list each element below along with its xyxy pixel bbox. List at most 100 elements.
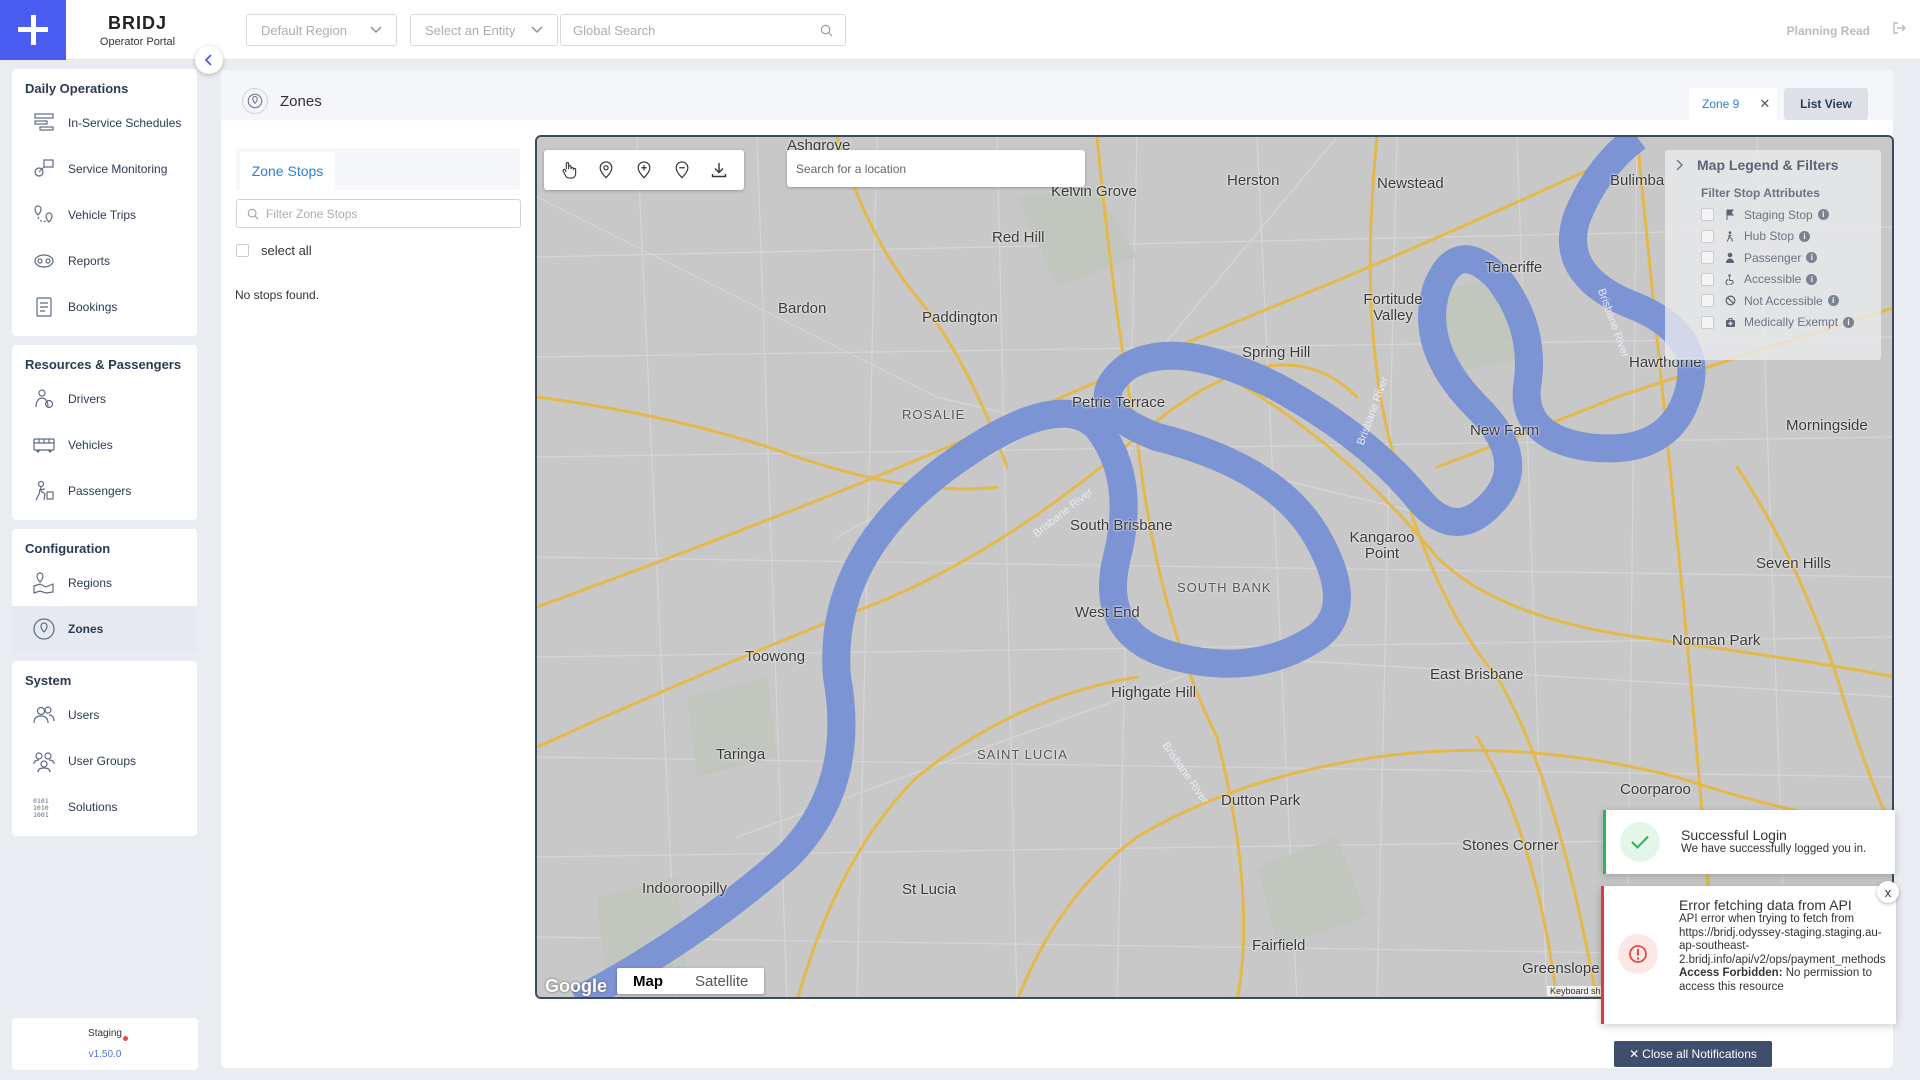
legend-item-staging-stop[interactable]: Staging Stop i xyxy=(1665,204,1881,226)
close-all-label: Close all Notifications xyxy=(1642,1047,1757,1061)
svg-text:1001: 1001 xyxy=(33,811,49,819)
add-pin-tool-button[interactable] xyxy=(627,153,661,187)
select-all-label: select all xyxy=(261,243,312,258)
map-label: Teneriffe xyxy=(1485,259,1543,276)
sidebar-item-vehicles[interactable]: Vehicles xyxy=(12,422,197,468)
sidebar-item-solutions[interactable]: 0101 1010 1001 Solutions xyxy=(12,784,197,830)
map-label: Greenslope xyxy=(1522,960,1600,977)
global-search-input[interactable] xyxy=(573,22,820,38)
legend-item-label: Accessible xyxy=(1744,272,1802,287)
bridj-logo[interactable] xyxy=(0,0,66,60)
add-stop-tool-button[interactable] xyxy=(589,153,623,187)
map-label: Kangaroo Point xyxy=(1349,529,1415,562)
sidebar-item-label: Users xyxy=(68,708,100,722)
logout-icon[interactable] xyxy=(1892,21,1906,38)
user-groups-icon xyxy=(30,747,58,775)
sidebar-item-users[interactable]: Users xyxy=(12,692,197,738)
checkbox[interactable] xyxy=(1701,229,1714,243)
map-label: Fortitude Valley xyxy=(1363,291,1423,324)
map-legend: Map Legend & Filters Filter Stop Attribu… xyxy=(1665,150,1881,360)
zone-stops-filter[interactable] xyxy=(236,199,521,228)
close-icon[interactable]: ✕ xyxy=(1759,96,1770,112)
zones-icon xyxy=(30,615,58,643)
sidebar-item-drivers[interactable]: Drivers xyxy=(12,376,197,422)
zone-stops-filter-input[interactable] xyxy=(266,206,520,221)
sidebar-item-regions[interactable]: Regions xyxy=(12,560,197,606)
map-pin-icon xyxy=(599,161,613,179)
info-icon[interactable]: i xyxy=(1806,273,1818,285)
map-label: Coorparoo xyxy=(1620,781,1691,798)
sidebar-item-service-monitoring[interactable]: Service Monitoring xyxy=(12,146,197,192)
sidebar-item-zones[interactable]: Zones xyxy=(12,606,197,652)
info-icon[interactable]: i xyxy=(1799,230,1811,242)
sidebar-collapse-button[interactable] xyxy=(195,46,223,74)
tab-zone-stops[interactable]: Zone Stops xyxy=(240,152,335,190)
notification-success[interactable]: Successful Login We have successfully lo… xyxy=(1603,810,1895,874)
checkbox[interactable] xyxy=(1701,251,1714,265)
map-attribution[interactable]: Keyboard sh xyxy=(1547,986,1604,996)
checkbox[interactable] xyxy=(1701,315,1714,329)
nav-group-title: Configuration xyxy=(25,541,111,556)
legend-header[interactable]: Map Legend & Filters xyxy=(1665,150,1881,180)
sidebar-item-user-groups[interactable]: User Groups xyxy=(12,738,197,784)
google-logo: Google xyxy=(545,976,607,996)
map-label: SOUTH BANK xyxy=(1177,580,1272,595)
checkbox[interactable] xyxy=(1701,208,1714,222)
sidebar-item-reports[interactable]: Reports xyxy=(12,238,197,284)
close-icon: ✕ xyxy=(1629,1047,1640,1061)
chevron-down-icon xyxy=(531,26,543,34)
sidebar-item-bookings[interactable]: Bookings xyxy=(12,284,197,330)
map-type-map-button[interactable]: Map xyxy=(617,968,679,994)
map-location-search[interactable] xyxy=(787,150,1085,187)
sidebar-item-label: Drivers xyxy=(68,392,106,406)
legend-item-hub-stop[interactable]: Hub Stop i xyxy=(1665,226,1881,248)
legend-item-medically-exempt[interactable]: Medically Exempt i xyxy=(1665,312,1881,334)
global-search[interactable] xyxy=(560,14,846,46)
sidebar-item-label: Service Monitoring xyxy=(68,162,168,176)
checkbox[interactable] xyxy=(1701,294,1714,308)
legend-item-not-accessible[interactable]: Not Accessible i xyxy=(1665,290,1881,312)
notification-close-button[interactable]: x xyxy=(1877,881,1899,903)
checkbox[interactable] xyxy=(236,244,249,257)
walking-person-icon xyxy=(1724,230,1736,242)
region-select[interactable]: Default Region xyxy=(246,14,397,46)
entity-select[interactable]: Select an Entity xyxy=(410,14,558,46)
map-label: Petrie Terrace xyxy=(1072,394,1166,411)
info-icon[interactable]: i xyxy=(1806,252,1818,264)
search-icon xyxy=(820,24,833,36)
notification-title: Error fetching data from API xyxy=(1679,897,1852,913)
map-label: East Brisbane xyxy=(1430,666,1524,683)
pan-tool-button[interactable] xyxy=(552,153,586,187)
close-all-notifications-button[interactable]: ✕ Close all Notifications xyxy=(1614,1041,1772,1067)
map-type-satellite-button[interactable]: Satellite xyxy=(679,968,764,994)
tab-list-view[interactable]: List View xyxy=(1784,88,1868,120)
map-location-search-input[interactable] xyxy=(796,161,1085,176)
select-all-checkbox[interactable]: select all xyxy=(236,243,312,258)
sidebar-item-in-service-schedules[interactable]: In-Service Schedules xyxy=(12,100,197,146)
map-toolbar xyxy=(544,150,744,190)
map-label: Paddington xyxy=(922,309,998,326)
map-label: Indooroopilly xyxy=(642,880,728,897)
nav-group-system: System Users User Groups 0101 1010 1001 So… xyxy=(12,661,197,836)
map-label: Spring Hill xyxy=(1242,344,1311,361)
remove-pin-tool-button[interactable] xyxy=(665,153,699,187)
legend-item-label: Medically Exempt xyxy=(1744,315,1839,330)
tab-zone-9[interactable]: Zone 9 ✕ xyxy=(1689,88,1777,120)
info-icon[interactable]: i xyxy=(1827,295,1839,307)
nav-group-title: Daily Operations xyxy=(25,81,129,96)
regions-icon xyxy=(30,569,58,597)
info-icon[interactable]: i xyxy=(1843,316,1855,328)
legend-item-passenger[interactable]: Passenger i xyxy=(1665,247,1881,269)
map-label: Bulimba xyxy=(1610,172,1665,189)
sidebar-item-label: User Groups xyxy=(68,754,137,768)
download-button[interactable] xyxy=(702,153,736,187)
sidebar-item-passengers[interactable]: Passengers xyxy=(12,468,197,514)
info-icon[interactable]: i xyxy=(1817,209,1829,221)
sidebar-item-vehicle-trips[interactable]: Vehicle Trips xyxy=(12,192,197,238)
checkbox[interactable] xyxy=(1701,272,1714,286)
bus-icon xyxy=(30,431,58,459)
sidebar-item-label: In-Service Schedules xyxy=(68,116,182,130)
user-name[interactable]: Planning Read xyxy=(1787,24,1870,38)
legend-item-accessible[interactable]: Accessible i xyxy=(1665,269,1881,291)
notification-error[interactable]: Error fetching data from API API error w… xyxy=(1601,886,1896,1024)
